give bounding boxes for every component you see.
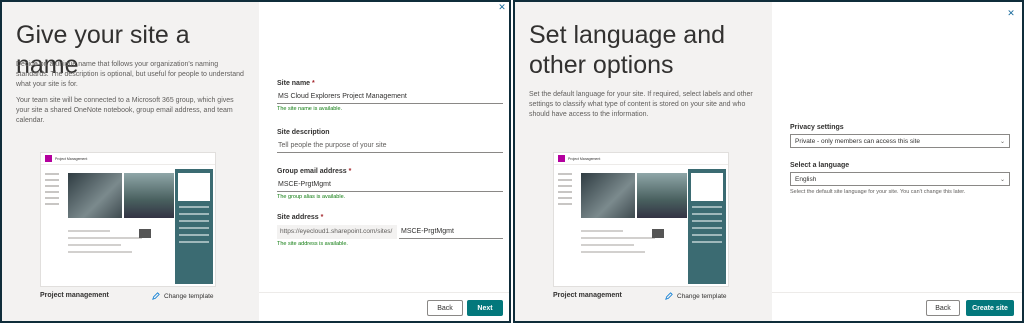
change-template-label: Change template (677, 292, 727, 300)
privacy-settings-label: Privacy settings (790, 124, 844, 131)
site-description-input[interactable]: Tell people the purpose of your site (277, 139, 503, 153)
template-name: Project management (40, 292, 109, 299)
pencil-icon (152, 292, 160, 300)
description-text: Set the default language for your site. … (529, 91, 753, 118)
next-button[interactable]: Next (467, 300, 503, 316)
chevron-down-icon: ⌄ (999, 138, 1005, 145)
change-template-link[interactable]: Change template (665, 292, 727, 300)
template-preview: Project Management (40, 152, 216, 287)
description-text: Decide on a unique name that follows you… (16, 61, 244, 88)
site-address-status: The site address is available. (277, 241, 348, 247)
group-email-input[interactable]: MSCE-PrgtMgmt (277, 178, 503, 192)
site-name-dialog: Give your site a name Decide on a unique… (0, 0, 511, 323)
language-dropdown[interactable]: English ⌄ (790, 172, 1010, 186)
site-name-status: The site name is available. (277, 106, 343, 112)
form-pane: Site name * MS Cloud Explorers Project M… (259, 2, 509, 321)
info-pane: Give your site a name Decide on a unique… (2, 2, 259, 321)
change-template-link[interactable]: Change template (152, 292, 214, 300)
footer-divider (259, 292, 509, 293)
form-pane: ✕ Privacy settings Private - only member… (772, 2, 1022, 321)
site-logo (558, 155, 565, 162)
language-hint: Select the default site language for you… (790, 189, 966, 195)
site-logo (45, 155, 52, 162)
group-info-text: Your team site will be connected to a Mi… (16, 97, 234, 124)
site-address-prefix: https://eyecloud1.sharepoint.com/sites/ (277, 225, 397, 239)
chevron-down-icon: ⌄ (999, 176, 1005, 183)
privacy-settings-dropdown[interactable]: Private - only members can access this s… (790, 134, 1010, 148)
footer-divider (772, 292, 1022, 293)
language-options-dialog: Set language and other options Set the d… (513, 0, 1024, 323)
change-template-label: Change template (164, 292, 214, 300)
create-site-button[interactable]: Create site (966, 300, 1014, 316)
template-name: Project management (553, 292, 622, 299)
site-address-input[interactable]: MSCE-PrgtMgmt (399, 225, 503, 239)
template-preview: Project Management (553, 152, 729, 287)
language-value: English (795, 175, 817, 183)
close-icon[interactable]: ✕ (497, 2, 507, 12)
group-email-status: The group alias is available. (277, 194, 346, 200)
privacy-settings-value: Private - only members can access this s… (795, 137, 920, 145)
site-description-label: Site description (277, 129, 330, 136)
preview-title: Project Management (55, 156, 88, 161)
preview-title: Project Management (568, 156, 601, 161)
site-address-label: Site address * (277, 214, 324, 221)
close-icon[interactable]: ✕ (1006, 8, 1016, 18)
page-title: Set language and other options (529, 21, 726, 79)
site-name-label: Site name * (277, 80, 315, 87)
info-pane: Set language and other options Set the d… (515, 2, 772, 321)
language-label: Select a language (790, 162, 850, 169)
back-button[interactable]: Back (926, 300, 960, 316)
site-name-input[interactable]: MS Cloud Explorers Project Management (277, 90, 503, 104)
group-email-label: Group email address * (277, 168, 352, 175)
pencil-icon (665, 292, 673, 300)
back-button[interactable]: Back (427, 300, 463, 316)
